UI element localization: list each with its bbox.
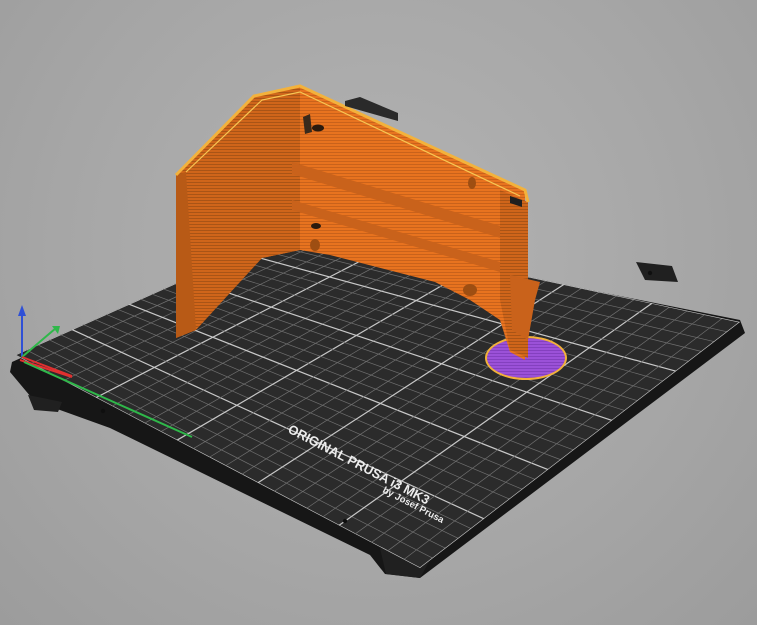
model-hole — [463, 284, 477, 296]
z-axis-arrow — [18, 305, 26, 316]
model-hole — [468, 177, 476, 189]
print-bed: ORIGINAL PRUSA i3 MK3 by Josef Prusa — [10, 228, 745, 578]
bed-corner-tab — [636, 262, 678, 282]
bed-screw-hole — [100, 408, 106, 414]
scene-canvas[interactable]: ORIGINAL PRUSA i3 MK3 by Josef Prusa — [0, 0, 757, 625]
bed-screw-hole — [342, 518, 348, 524]
3d-viewport[interactable]: ORIGINAL PRUSA i3 MK3 by Josef Prusa — [0, 0, 757, 625]
bed-screw-hole — [647, 270, 653, 276]
model-hole — [312, 124, 324, 132]
model-hole — [310, 239, 320, 251]
model-hole — [311, 223, 321, 229]
